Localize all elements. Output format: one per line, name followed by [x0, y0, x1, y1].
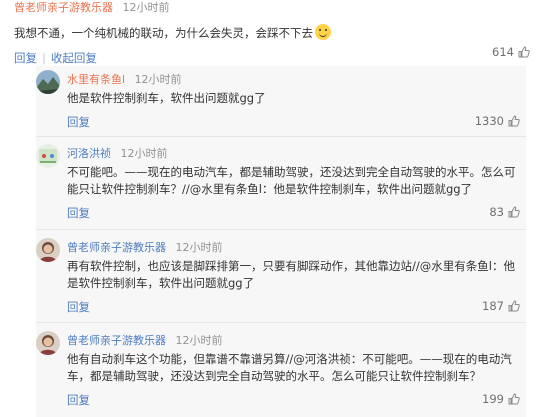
reply-button[interactable]: 回复: [67, 114, 90, 130]
reply-meta: 曾老师亲子游教乐器 12小时前: [67, 240, 223, 256]
comment-thread: 曾老师亲子游教乐器 12小时前 我想不通，一个纯机械的联动，为什么会失灵，会踩不…: [0, 0, 550, 417]
thumbs-up-icon: [508, 115, 520, 127]
reply-text: 不可能吧。——现在的电动汽车，都是辅助驾驶，还没达到完全自动驾驶的水平。怎么可能…: [67, 165, 516, 196]
reply-time: 12小时前: [120, 147, 168, 160]
reply-like-count: 83: [489, 205, 504, 219]
reply-item: 曾老师亲子游教乐器 12小时前 再有软件控制，也应该是脚踩排第一，只要有脚踩动作…: [36, 238, 526, 318]
top-comment-time: 12小时前: [122, 1, 170, 14]
thumbs-up-icon: [508, 206, 520, 218]
reply-author[interactable]: 河洛洪祯: [67, 147, 111, 160]
thumbs-up-icon: [508, 300, 520, 312]
thumbs-up-icon: [508, 393, 520, 405]
collapse-replies-button[interactable]: 收起回复: [51, 50, 97, 66]
reply-item: 河洛洪祯 12小时前 不可能吧。——现在的电动汽车，都是辅助驾驶，还没达到完全自…: [36, 144, 526, 224]
reply-like-count: 199: [482, 392, 504, 406]
reply-text: 再有软件控制，也应该是脚踩排第一，只要有脚踩动作，其他靠边站//@水里有条鱼l：…: [67, 259, 515, 290]
reply-text: 他是软件控制刹车，软件出问题就gg了: [67, 91, 266, 105]
avatar[interactable]: [36, 238, 60, 262]
top-comment-like-button[interactable]: 614: [492, 45, 530, 59]
reply-time: 12小时前: [175, 241, 223, 254]
top-comment-reply-button[interactable]: 回复: [14, 50, 37, 66]
reply-button[interactable]: 回复: [67, 299, 90, 315]
top-comment-like-count: 614: [492, 45, 514, 59]
top-comment-text-body: 我想不通，一个纯机械的联动，为什么会失灵，会踩不下去: [14, 26, 313, 40]
reply-divider: [36, 136, 526, 137]
reply-author[interactable]: 曾老师亲子游教乐器: [67, 241, 166, 254]
avatar[interactable]: [36, 331, 60, 355]
reply-divider: [36, 229, 526, 230]
top-comment-actions: 回复 | 收起回复: [14, 50, 534, 66]
top-comment-meta: 曾老师亲子游教乐器 12小时前: [14, 0, 534, 16]
reply-meta: 曾老师亲子游教乐器 12小时前: [67, 333, 223, 349]
sweat-smile-emoji-icon: [315, 24, 331, 40]
reply-divider: [36, 322, 526, 323]
reply-item: 水里有条鱼l 12小时前 他是软件控制刹车，软件出问题就gg了 回复 1330: [36, 70, 526, 132]
top-comment-author[interactable]: 曾老师亲子游教乐器: [14, 1, 113, 14]
reply-like-button[interactable]: 199: [482, 392, 520, 406]
reply-like-count: 1330: [474, 114, 504, 128]
reply-author[interactable]: 曾老师亲子游教乐器: [67, 334, 166, 347]
reply-text: 他有自动刹车这个功能，但靠谱不靠谱另算//@河洛洪祯：不可能吧。——现在的电动汽…: [67, 352, 512, 383]
reply-button[interactable]: 回复: [67, 392, 90, 408]
avatar[interactable]: [36, 70, 60, 94]
reply-like-button[interactable]: 187: [482, 299, 520, 313]
reply-meta: 水里有条鱼l 12小时前: [67, 72, 182, 88]
action-separator: |: [42, 51, 46, 65]
thumbs-up-icon: [518, 46, 530, 58]
top-comment-text: 我想不通，一个纯机械的联动，为什么会失灵，会踩不下去: [14, 24, 534, 42]
reply-author[interactable]: 水里有条鱼l: [67, 73, 125, 86]
reply-time: 12小时前: [175, 334, 223, 347]
reply-time: 12小时前: [134, 73, 182, 86]
reply-like-button[interactable]: 83: [489, 205, 520, 219]
reply-item: 曾老师亲子游教乐器 12小时前 他有自动刹车这个功能，但靠谱不靠谱另算//@河洛…: [36, 331, 526, 413]
top-comment: 曾老师亲子游教乐器 12小时前 我想不通，一个纯机械的联动，为什么会失灵，会踩不…: [14, 0, 534, 66]
reply-meta: 河洛洪祯 12小时前: [67, 146, 168, 162]
replies-list: 水里有条鱼l 12小时前 他是软件控制刹车，软件出问题就gg了 回复 1330: [36, 66, 526, 417]
avatar[interactable]: [36, 144, 60, 168]
reply-like-button[interactable]: 1330: [475, 114, 520, 128]
reply-button[interactable]: 回复: [67, 205, 90, 221]
reply-like-count: 187: [482, 299, 504, 313]
